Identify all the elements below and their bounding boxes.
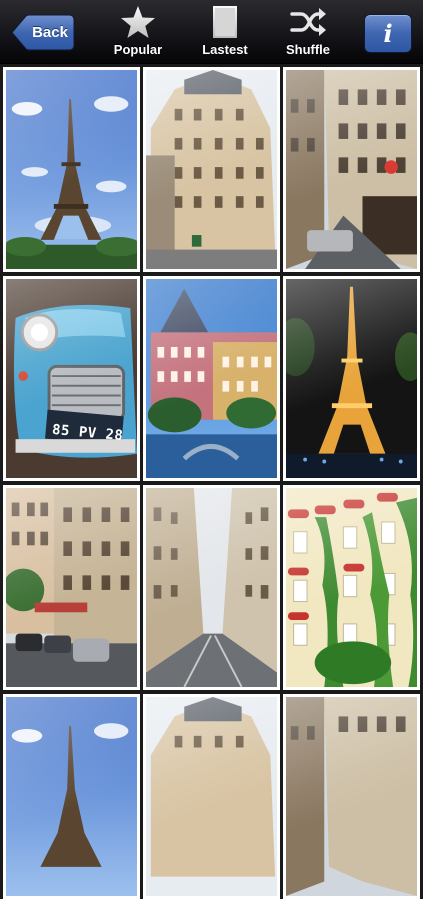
photo-thumbnail[interactable]: 85 PV 28	[3, 276, 140, 481]
photo-thumbnail[interactable]	[3, 485, 140, 690]
back-button[interactable]: Back	[11, 14, 75, 51]
eiffel-tower-day-photo	[6, 70, 137, 269]
pink-chateau-photo	[146, 279, 277, 478]
info-button[interactable]: i	[364, 14, 412, 53]
blue-citroen-2cv-photo: 85 PV 28	[6, 279, 137, 478]
shuffle-icon	[289, 5, 327, 44]
tab-popular[interactable]: Popular	[103, 2, 173, 62]
paris-street-cars-photo	[6, 488, 137, 687]
photo-thumbnail[interactable]	[3, 67, 140, 272]
eiffel-tower-day-photo	[6, 697, 137, 896]
tab-lastest-label: Lastest	[202, 42, 248, 57]
top-toolbar: Back Popular Lastest Shuffle i	[0, 0, 423, 64]
photo-grid: 85 PV 28	[0, 63, 423, 899]
haussmann-building-photo	[146, 697, 277, 896]
photo-thumbnail[interactable]	[283, 276, 420, 481]
back-button-label: Back	[32, 24, 68, 41]
photo-thumbnail[interactable]	[283, 694, 420, 899]
haussmann-building-photo	[146, 70, 277, 269]
page-icon	[211, 5, 239, 44]
paris-street-photo	[286, 697, 417, 896]
photo-thumbnail[interactable]	[143, 67, 280, 272]
photo-thumbnail[interactable]	[283, 67, 420, 272]
star-icon	[120, 5, 156, 44]
tab-shuffle[interactable]: Shuffle	[273, 2, 343, 62]
tab-popular-label: Popular	[113, 42, 163, 57]
photo-thumbnail[interactable]	[143, 485, 280, 690]
eiffel-tower-night-photo	[286, 279, 417, 478]
ivy-building-photo	[286, 488, 417, 687]
narrow-street-photo	[146, 488, 277, 687]
photo-thumbnail[interactable]	[3, 694, 140, 899]
tab-shuffle-label: Shuffle	[285, 42, 331, 57]
photo-thumbnail[interactable]	[143, 694, 280, 899]
tab-lastest[interactable]: Lastest	[190, 2, 260, 62]
paris-street-photo	[286, 70, 417, 269]
photo-thumbnail[interactable]	[143, 276, 280, 481]
photo-thumbnail[interactable]	[283, 485, 420, 690]
